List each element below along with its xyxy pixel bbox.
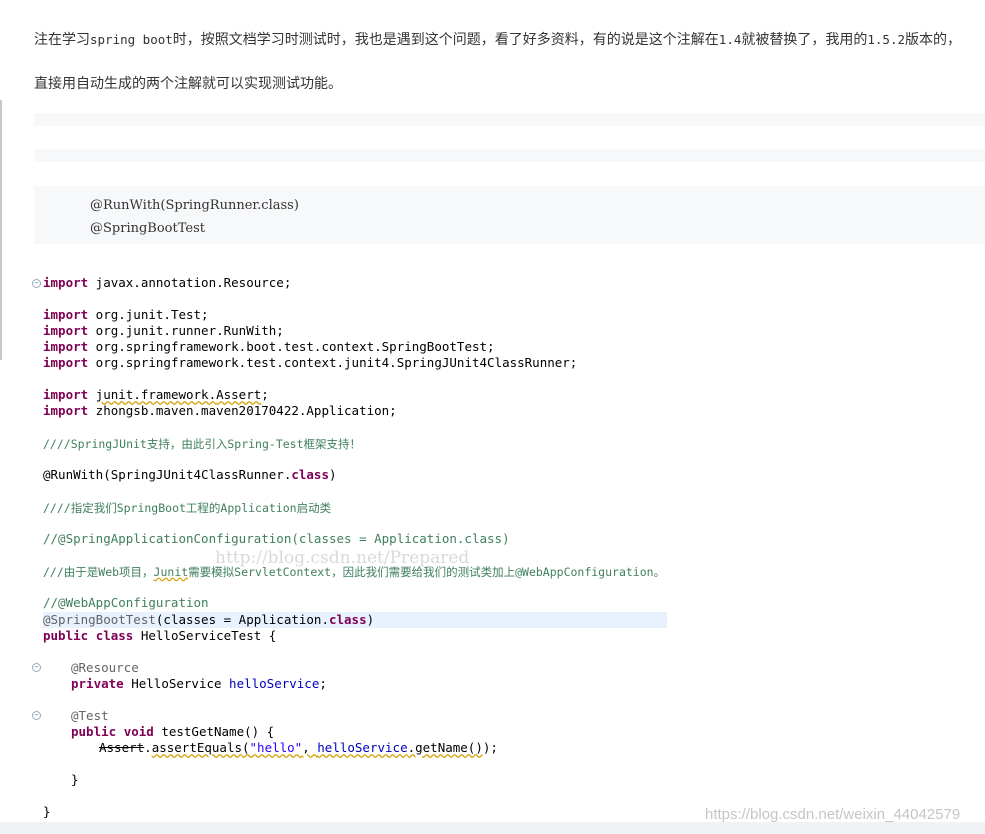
text-run: 注在学习: [34, 32, 90, 48]
code-comment: ////指定我们SpringBoot工程的Application启动类: [43, 501, 332, 515]
annotation-code-block: @RunWith(SpringRunner.class) @SpringBoot…: [34, 186, 985, 244]
code-line: public class HelloServiceTest {: [43, 628, 277, 643]
text-run: 版本的，: [905, 32, 962, 48]
paragraph-solution: 直接用自动生成的两个注解就可以实现测试功能。: [34, 76, 342, 92]
code-line: @RunWith(SpringJUnit4ClassRunner.class): [43, 467, 337, 482]
text-run-code: 1.5.2: [867, 32, 906, 47]
code-line: @Test: [71, 708, 109, 723]
code-line: @SpringBootTest: [90, 221, 205, 236]
code-line: import javax.annotation.Resource;: [43, 275, 292, 290]
code-comment: //@SpringApplicationConfiguration(classe…: [43, 531, 510, 546]
code-line: Assert.assertEquals("hello", helloServic…: [99, 740, 498, 755]
watermark: http://blog.csdn.net/Prepared: [215, 548, 470, 568]
empty-code-block: [34, 149, 985, 162]
text-run-code: 1.4: [718, 32, 742, 47]
code-line: @RunWith(SpringRunner.class): [90, 198, 299, 213]
watermark: https://blog.csdn.net/weixin_44042579: [705, 806, 961, 823]
code-line: }: [71, 772, 79, 787]
fold-marker-icon: −: [32, 279, 41, 288]
code-line: @SpringBootTest(classes = Application.cl…: [43, 612, 375, 627]
code-line: import zhongsb.maven.maven20170422.Appli…: [43, 403, 397, 418]
code-line: }: [43, 804, 51, 819]
bottom-bar: [0, 822, 985, 834]
text-run: 就被替换了，我用的: [741, 32, 868, 48]
text-run-code: spring boot: [90, 32, 173, 47]
page-left-rule: [0, 100, 2, 360]
code-line: public void testGetName() {: [71, 724, 275, 739]
code-line: import org.springframework.test.context.…: [43, 355, 578, 370]
text-run: 时，按照文档学习时测试时，我也是遇到这个问题，看了好多资料，有的说是这个注解在: [172, 32, 719, 48]
empty-code-block: [34, 113, 985, 126]
code-line: import org.junit.Test;: [43, 307, 209, 322]
fold-marker-icon: −: [32, 711, 41, 720]
code-line: @Resource: [71, 660, 139, 675]
code-comment: ////SpringJUnit支持，由此引入Spring-Test框架支持！: [43, 437, 362, 451]
code-line: private HelloService helloService;: [71, 676, 327, 691]
code-line: import org.junit.runner.RunWith;: [43, 323, 284, 338]
code-line: import org.springframework.boot.test.con…: [43, 339, 495, 354]
code-comment: //@WebAppConfiguration: [43, 595, 209, 610]
fold-marker-icon: −: [32, 663, 41, 672]
code-line: import junit.framework.Assert;: [43, 387, 269, 402]
paragraph-intro: 注在学习spring boot时，按照文档学习时测试时，我也是遇到这个问题，看了…: [34, 30, 961, 50]
